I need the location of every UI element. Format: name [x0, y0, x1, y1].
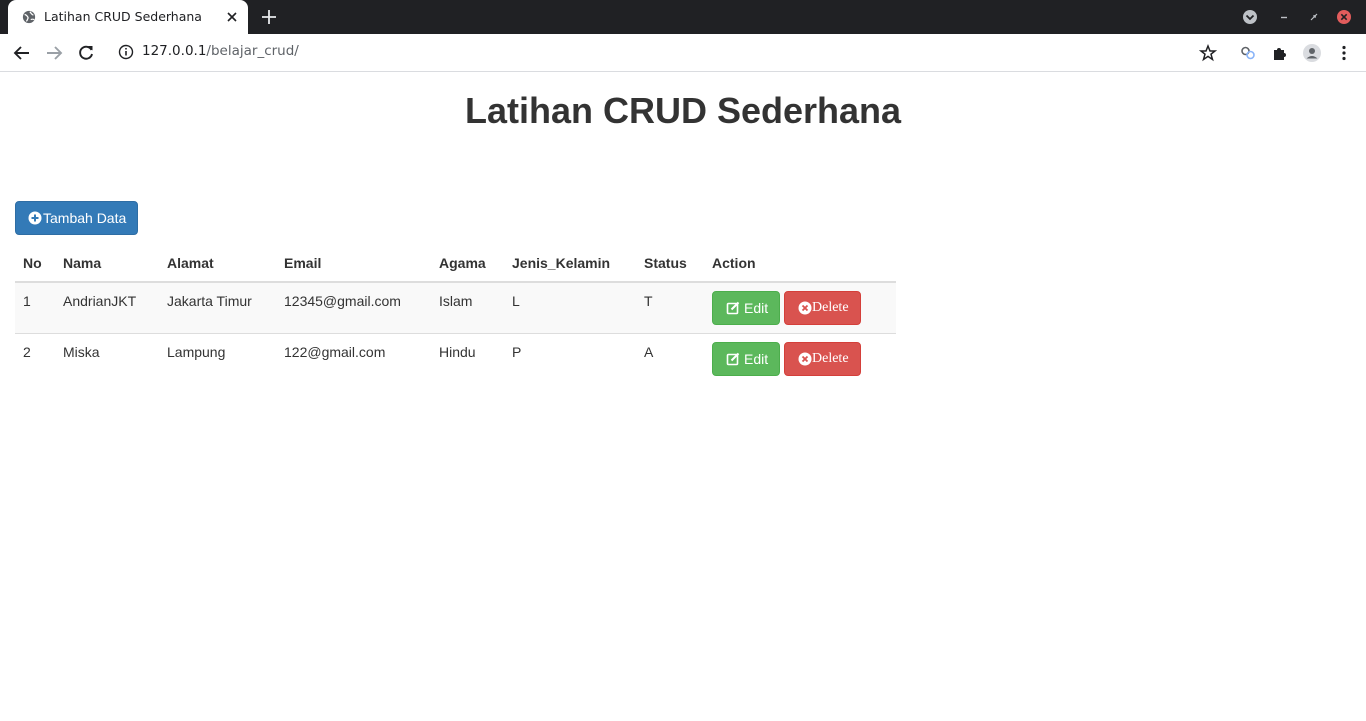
- data-table: No Nama Alamat Email Agama Jenis_Kelamin…: [15, 244, 896, 385]
- cell-jenis-kelamin: L: [504, 281, 636, 334]
- edit-icon: [726, 352, 740, 366]
- url-host: 127.0.0.1: [142, 43, 207, 59]
- cell-alamat: Lampung: [159, 333, 276, 385]
- tab-title: Latihan CRUD Sederhana: [44, 9, 202, 24]
- window-close-icon[interactable]: [1335, 8, 1353, 26]
- cell-status: A: [636, 333, 704, 385]
- edit-button[interactable]: Edit: [712, 291, 780, 325]
- cell-no: 1: [15, 281, 55, 334]
- address-bar[interactable]: 127.0.0.1/belajar_crud/: [142, 43, 299, 59]
- cell-agama: Hindu: [431, 333, 504, 385]
- avatar-icon[interactable]: [1302, 43, 1322, 63]
- cell-no: 2: [15, 333, 55, 385]
- delete-button[interactable]: Delete: [784, 342, 861, 376]
- add-data-label: Tambah Data: [43, 210, 127, 226]
- globe-icon: [22, 10, 36, 24]
- col-header-no: No: [15, 244, 55, 283]
- cell-action: Edit Delete: [704, 333, 896, 385]
- cell-jenis-kelamin: P: [504, 333, 636, 385]
- edit-label: Edit: [744, 299, 769, 316]
- browser-tab[interactable]: Latihan CRUD Sederhana: [8, 0, 248, 34]
- add-data-button[interactable]: Tambah Data: [15, 201, 138, 235]
- info-icon[interactable]: [118, 44, 134, 60]
- browser-titlebar: Latihan CRUD Sederhana: [0, 0, 1366, 34]
- col-header-status: Status: [636, 244, 704, 283]
- col-header-agama: Agama: [431, 244, 504, 283]
- cell-status: T: [636, 281, 704, 334]
- arrow-right-icon[interactable]: [44, 43, 64, 63]
- table-header-row: No Nama Alamat Email Agama Jenis_Kelamin…: [15, 244, 896, 283]
- col-header-email: Email: [276, 244, 431, 283]
- plus-icon[interactable]: [260, 8, 278, 26]
- table-row: 1 AndrianJKT Jakarta Timur 12345@gmail.c…: [15, 281, 896, 334]
- close-icon[interactable]: [224, 9, 240, 25]
- reload-icon[interactable]: [76, 43, 96, 63]
- chevron-down-icon[interactable]: [1241, 8, 1259, 26]
- page-title: Latihan CRUD Sederhana: [464, 90, 902, 131]
- times-circle-icon: [798, 301, 812, 315]
- minimize-icon[interactable]: [1275, 8, 1293, 26]
- cell-agama: Islam: [431, 281, 504, 334]
- cell-nama: AndrianJKT: [55, 281, 159, 334]
- edit-label: Edit: [744, 350, 769, 367]
- star-icon[interactable]: [1198, 43, 1218, 63]
- delete-button[interactable]: Delete: [784, 291, 861, 325]
- edit-button[interactable]: Edit: [712, 342, 780, 376]
- arrow-left-icon[interactable]: [12, 43, 32, 63]
- puzzle-icon[interactable]: [1270, 43, 1290, 63]
- kebab-icon[interactable]: [1334, 43, 1354, 63]
- table-row: 2 Miska Lampung 122@gmail.com Hindu P A …: [15, 333, 896, 385]
- delete-label: Delete: [812, 299, 849, 315]
- col-header-action: Action: [704, 244, 896, 283]
- col-header-alamat: Alamat: [159, 244, 276, 283]
- cell-nama: Miska: [55, 333, 159, 385]
- url-path: /belajar_crud/: [206, 43, 299, 59]
- cell-action: Edit Delete: [704, 281, 896, 334]
- col-header-jenis-kelamin: Jenis_Kelamin: [504, 244, 636, 283]
- cell-alamat: Jakarta Timur: [159, 281, 276, 334]
- link-extension-icon[interactable]: [1238, 43, 1258, 63]
- times-circle-icon: [798, 352, 812, 366]
- plus-circle-icon: [28, 211, 42, 225]
- col-header-nama: Nama: [55, 244, 159, 283]
- edit-icon: [726, 301, 740, 315]
- delete-label: Delete: [812, 350, 849, 366]
- cell-email: 12345@gmail.com: [276, 281, 431, 334]
- cell-email: 122@gmail.com: [276, 333, 431, 385]
- restore-icon[interactable]: [1305, 8, 1323, 26]
